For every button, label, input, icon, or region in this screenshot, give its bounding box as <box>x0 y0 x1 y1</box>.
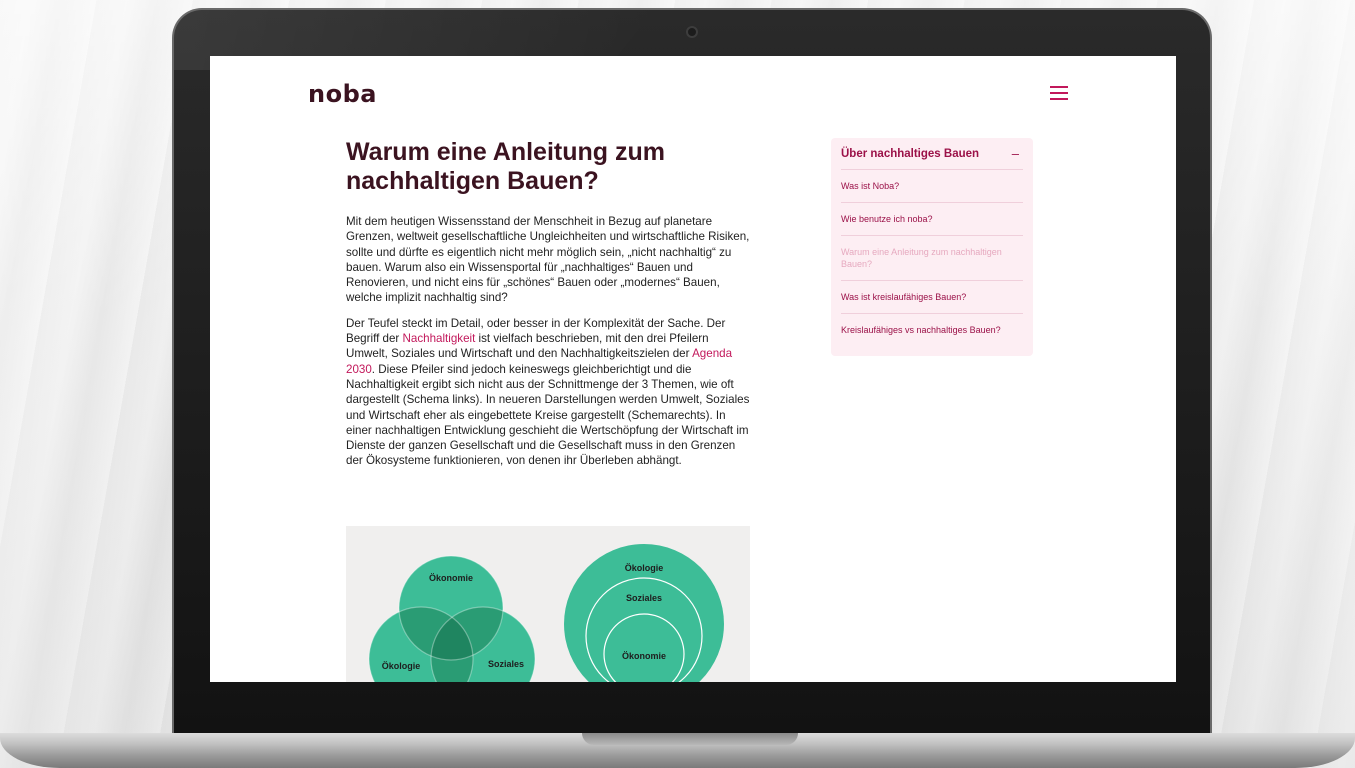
toc-item-wie-benutze[interactable]: Wie benutze ich noba? <box>841 203 1023 236</box>
venn-label-oekologie: Ökologie <box>381 661 421 671</box>
toc-item-was-ist-noba[interactable]: Was ist Noba? <box>841 170 1023 203</box>
hamburger-icon <box>1050 86 1068 88</box>
hamburger-menu-button[interactable] <box>1050 86 1068 100</box>
article-paragraph-1: Mit dem heutigen Wissensstand der Mensch… <box>346 215 750 305</box>
table-of-contents: Über nachhaltiges Bauen – Was ist Noba? … <box>831 138 1033 356</box>
toc-item-warum-anleitung[interactable]: Warum eine Anleitung zum nachhaltigen Ba… <box>841 236 1023 281</box>
toc-item-kreislauffaehig-vs-nachhaltig[interactable]: Kreislaufähiges vs nachhaltiges Bauen? <box>841 314 1023 346</box>
collapse-icon[interactable]: – <box>1012 146 1023 161</box>
link-nachhaltigkeit[interactable]: Nachhaltigkeit <box>403 332 476 345</box>
laptop-notch <box>582 733 798 745</box>
diagram-svg <box>368 544 724 682</box>
article-paragraph-2: Der Teufel steckt im Detail, oder besser… <box>346 316 750 468</box>
nested-label-oekonomie: Ökonomie <box>621 651 667 661</box>
toc-item-kreislauffaehiges-bauen[interactable]: Was ist kreislaufähiges Bauen? <box>841 281 1023 314</box>
sustainability-diagram: Ökonomie Ökologie Soziales Ökologie Sozi… <box>346 526 750 682</box>
venn-label-soziales: Soziales <box>487 659 525 669</box>
toc-header[interactable]: Über nachhaltiges Bauen – <box>841 138 1023 170</box>
nested-label-oekologie: Ökologie <box>624 563 664 573</box>
nested-label-soziales: Soziales <box>625 593 663 603</box>
article: Warum eine Anleitung zum nachhaltigen Ba… <box>346 138 751 469</box>
laptop-lid: noba Warum eine Anleitung zum nachhaltig… <box>172 8 1212 735</box>
toc-title: Über nachhaltiges Bauen <box>841 147 980 160</box>
laptop-screen: noba Warum eine Anleitung zum nachhaltig… <box>210 56 1176 682</box>
camera-icon <box>686 26 698 38</box>
site-logo[interactable]: noba <box>308 80 377 108</box>
page-title: Warum eine Anleitung zum nachhaltigen Ba… <box>346 138 665 195</box>
venn-label-oekonomie: Ökonomie <box>428 573 474 583</box>
